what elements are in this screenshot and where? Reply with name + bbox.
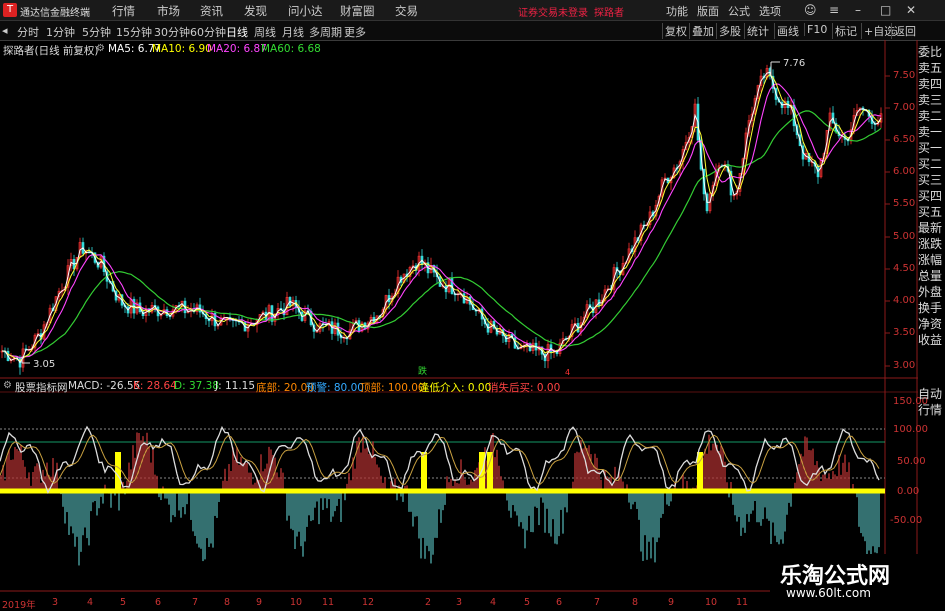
side-label-buy3[interactable]: 买三 <box>918 172 944 188</box>
watermark-url: www.60lt.com <box>786 586 871 600</box>
low-label: 3.05 <box>33 359 55 370</box>
sub-chart-title: 股票指标网 <box>15 382 68 394</box>
top-value: 顶部: 100.00 <box>360 382 425 394</box>
side-label-sell5[interactable]: 卖五 <box>918 60 944 76</box>
side-label-buy2[interactable]: 买二 <box>918 156 944 172</box>
indicator-axis-label: 100.00 <box>893 424 928 435</box>
month-label: 7 <box>192 597 199 608</box>
ma10-value: MA10: 6.90 <box>152 43 212 55</box>
side-label-change[interactable]: 涨跌 <box>918 236 944 252</box>
month-label: 10 <box>705 597 718 608</box>
high-label: 7.76 <box>783 58 805 69</box>
side-tabs: 自动 行情 <box>918 386 944 418</box>
month-label: 11 <box>736 597 749 608</box>
side-label-buy1[interactable]: 买一 <box>918 140 944 156</box>
d-value: D: 37.38 <box>174 380 220 392</box>
side-label-earnings[interactable]: 收益 <box>918 332 944 348</box>
side-label-sell1[interactable]: 卖一 <box>918 124 944 140</box>
sub-chart-settings-icon[interactable]: ⚙ <box>3 380 12 391</box>
vanish-buy-value: 消失后买: 0.00 <box>488 382 561 394</box>
price-axis-label: 7.50 <box>893 70 916 81</box>
warning-value: 预警: 80.00 <box>306 382 364 394</box>
month-label: 3 <box>52 597 59 608</box>
month-label: 9 <box>256 597 263 608</box>
side-label-sell4[interactable]: 卖四 <box>918 76 944 92</box>
price-axis-label: 5.00 <box>893 231 916 242</box>
macd-value: MACD: -26.55 <box>68 380 141 392</box>
chart-settings-icon[interactable]: ⚙ <box>96 43 105 54</box>
month-label: 5 <box>120 597 127 608</box>
month-label: 11 <box>322 597 335 608</box>
month-label: 4 <box>490 597 497 608</box>
candlesticks <box>0 64 883 375</box>
signal-down-text: 4 <box>565 368 570 377</box>
price-axis-label: 6.00 <box>893 166 916 177</box>
price-axis-label: 3.00 <box>893 360 916 371</box>
month-label: 2 <box>425 597 432 608</box>
price-axis-label: 3.50 <box>893 327 916 338</box>
side-label-turnover[interactable]: 换手 <box>918 300 944 316</box>
macd-histogram <box>0 432 880 566</box>
buy-dip-value: 逢低介入: 0.00 <box>419 382 492 394</box>
ma60-value: MA60: 6.68 <box>261 43 321 55</box>
indicator-axis-label: 0.00 <box>897 486 920 497</box>
month-label: 6 <box>155 597 162 608</box>
month-label: 8 <box>224 597 231 608</box>
side-label-outer[interactable]: 外盘 <box>918 284 944 300</box>
price-axis-label: 7.00 <box>893 102 916 113</box>
quote-side-panel: 委比 卖五 卖四 卖三 卖二 卖一 买一 买二 买三 买四 买五 最新 涨跌 涨… <box>918 44 944 348</box>
chart-title: 探路者(日线 前复权) <box>3 45 99 57</box>
month-label: 10 <box>290 597 303 608</box>
indicator-axis-label: 50.00 <box>897 456 926 467</box>
month-label: 12 <box>362 597 375 608</box>
price-axis-label: 4.00 <box>893 295 916 306</box>
side-label-latest[interactable]: 最新 <box>918 220 944 236</box>
signal-up-text: 跌 <box>418 366 427 377</box>
month-label: 7 <box>594 597 601 608</box>
month-label: 4 <box>87 597 94 608</box>
month-label: 3 <box>456 597 463 608</box>
side-label-weibi[interactable]: 委比 <box>918 44 944 60</box>
chart-canvas[interactable]: 7.76 3.05 跌 4 <box>0 0 945 609</box>
k-value: K: 28.64 <box>133 380 177 392</box>
ma20-value: MA20: 6.87 <box>207 43 267 55</box>
side-label-sell2[interactable]: 卖二 <box>918 108 944 124</box>
month-label: 8 <box>632 597 639 608</box>
price-axis-label: 4.50 <box>893 263 916 274</box>
side-label-change-pct[interactable]: 涨幅 <box>918 252 944 268</box>
month-label: 5 <box>524 597 531 608</box>
month-label: 9 <box>668 597 675 608</box>
indicator-axis-label: -50.00 <box>890 515 923 526</box>
side-label-buy5[interactable]: 买五 <box>918 204 944 220</box>
side-label-sell3[interactable]: 卖三 <box>918 92 944 108</box>
price-axis-label: 5.50 <box>893 198 916 209</box>
side-tab-quotes[interactable]: 行情 <box>918 402 944 418</box>
j-value: J: 11.15 <box>215 380 256 392</box>
side-label-buy4[interactable]: 买四 <box>918 188 944 204</box>
price-axis-label: 6.50 <box>893 134 916 145</box>
month-label: 6 <box>556 597 563 608</box>
side-label-volume[interactable]: 总量 <box>918 268 944 284</box>
side-label-net-asset[interactable]: 净资 <box>918 316 944 332</box>
side-tab-auto[interactable]: 自动 <box>918 386 944 402</box>
